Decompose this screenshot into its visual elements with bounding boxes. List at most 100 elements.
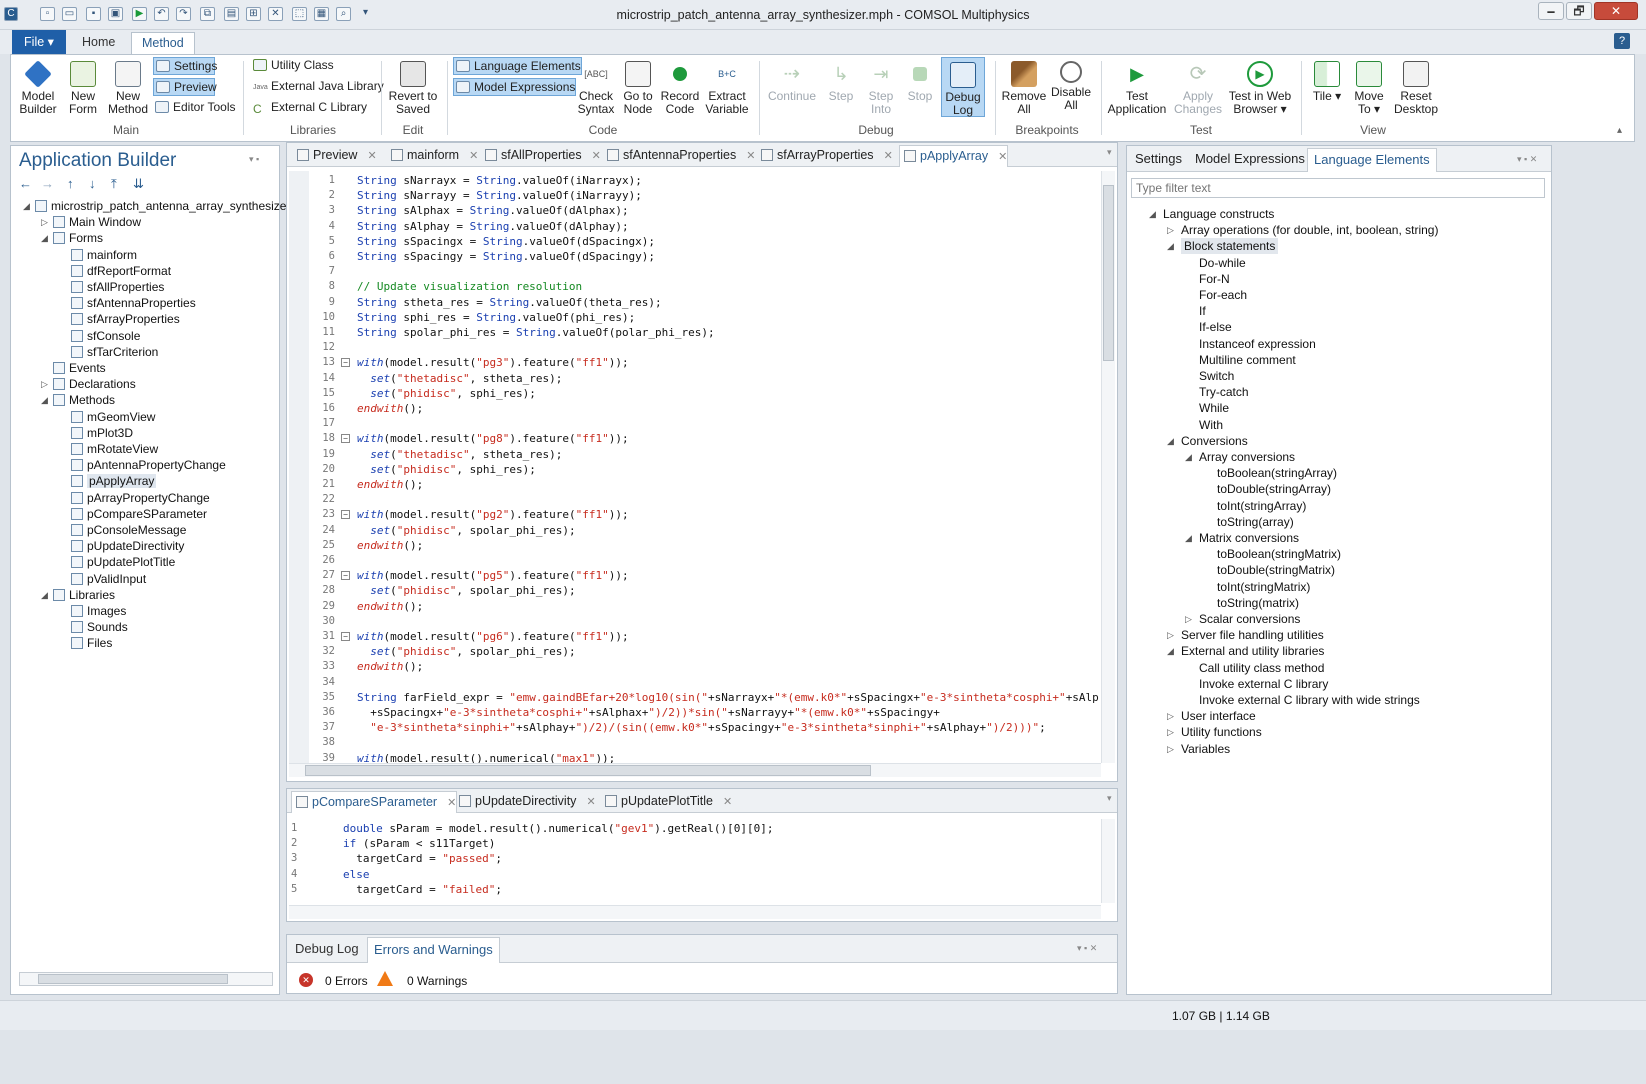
tree-item[interactable]: For-each — [1199, 287, 1247, 303]
tree-item[interactable]: ◢ Block statements — [1167, 238, 1279, 255]
vertical-scrollbar[interactable] — [1101, 171, 1115, 763]
close-button[interactable]: ✕ — [1594, 2, 1638, 20]
tree-item[interactable]: Instanceof expression — [1199, 336, 1316, 352]
tree-item[interactable]: toBoolean(stringMatrix) — [1217, 546, 1341, 562]
tree-item[interactable]: Files — [71, 635, 112, 651]
tree-item[interactable]: Switch — [1199, 368, 1234, 384]
expander-icon[interactable]: ◢ — [23, 198, 30, 214]
fold-icon[interactable]: − — [341, 632, 350, 641]
filter-input[interactable] — [1131, 178, 1545, 198]
utility-class-button[interactable]: Utility Class — [251, 57, 334, 75]
tree-item[interactable]: toDouble(stringMatrix) — [1217, 562, 1335, 578]
tree-item[interactable]: pValidInput — [71, 571, 146, 587]
tree-item[interactable]: sfAntennaProperties — [71, 295, 196, 311]
tree-item[interactable]: ▷ Utility functions — [1167, 724, 1262, 740]
editor-tab[interactable]: pUpdateDirectivity ✕ — [455, 791, 596, 813]
expander-icon[interactable]: ◢ — [41, 587, 48, 603]
tree-item[interactable]: sfArrayProperties — [71, 311, 180, 327]
expander-icon[interactable]: ◢ — [1167, 433, 1174, 449]
code-line[interactable]: String sSpacingx = String.valueOf(dSpaci… — [357, 234, 655, 249]
expander-icon[interactable]: ▷ — [41, 376, 48, 392]
tree-item[interactable]: ▷ Array operations (for double, int, bool… — [1167, 222, 1438, 238]
tab-settings[interactable]: Settings — [1129, 148, 1188, 172]
code-line[interactable]: String sNarrayx = String.valueOf(iNarray… — [357, 173, 642, 188]
step-button[interactable]: ↳ Step — [823, 61, 859, 103]
move-down-icon[interactable]: ↓ — [89, 176, 96, 191]
tree-item[interactable]: toBoolean(stringArray) — [1217, 465, 1337, 481]
tree-item[interactable]: toString(array) — [1217, 514, 1294, 530]
revert-to-saved-button[interactable]: Revert to Saved — [387, 61, 439, 116]
close-tab-icon[interactable]: ✕ — [746, 150, 755, 162]
tree-item[interactable]: Call utility class method — [1199, 660, 1324, 676]
tree-item[interactable]: mPlot3D — [71, 425, 133, 441]
tree-item[interactable]: sfConsole — [71, 328, 140, 344]
tree-item[interactable]: pApplyArray — [71, 473, 157, 489]
expander-icon[interactable]: ▷ — [1185, 611, 1192, 627]
editor-tab[interactable]: Preview ✕ — [293, 145, 377, 167]
settings-button[interactable]: Settings — [153, 57, 217, 75]
code-line[interactable]: with(model.result("pg2").feature("ff1"))… — [357, 507, 629, 522]
code-line[interactable]: set("thetadisc", stheta_res); — [357, 447, 562, 462]
code-line[interactable]: String sSpacingy = String.valueOf(dSpaci… — [357, 249, 655, 264]
tree-item[interactable]: For-N — [1199, 271, 1230, 287]
tree-item[interactable]: pArrayPropertyChange — [71, 490, 210, 506]
code-line[interactable]: with(model.result().numerical("max1")); — [357, 751, 615, 763]
disable-all-button[interactable]: Disable All — [1049, 61, 1093, 112]
code-line[interactable]: set("phidisc", sphi_res); — [357, 386, 536, 401]
tree-item[interactable]: ▷ Variables — [1167, 741, 1230, 757]
scrollbar-thumb[interactable] — [38, 974, 228, 984]
scrollbar-thumb[interactable] — [305, 765, 871, 776]
reset-desktop-button[interactable]: Reset Desktop — [1393, 61, 1439, 116]
code-line[interactable]: String stheta_res = String.valueOf(theta… — [357, 295, 662, 310]
expander-icon[interactable]: ▷ — [1167, 724, 1174, 740]
expander-icon[interactable]: ▷ — [41, 214, 48, 230]
code-line[interactable]: double sParam = model.result().numerical… — [343, 821, 774, 836]
tree-item[interactable]: ◢ Language constructs — [1149, 206, 1274, 222]
tab-model-expressions[interactable]: Model Expressions — [1189, 148, 1311, 172]
test-in-web-browser-button[interactable]: ▶ Test in Web Browser ▾ — [1225, 61, 1295, 116]
expander-icon[interactable]: ▷ — [1167, 222, 1174, 238]
stop-button[interactable]: Stop — [903, 61, 937, 103]
fold-icon[interactable]: − — [341, 434, 350, 444]
tab-debug-log[interactable]: Debug Log — [289, 937, 365, 963]
step-into-button[interactable]: ⇥ Step Into — [861, 61, 901, 116]
tree-item[interactable]: pConsoleMessage — [71, 522, 186, 538]
tree-item[interactable]: ▷ Declarations — [41, 376, 136, 392]
test-application-button[interactable]: ▶ Test Application — [1105, 61, 1169, 116]
tree-item[interactable]: mGeomView — [71, 409, 155, 425]
code-line[interactable]: targetCard = "failed"; — [343, 882, 502, 897]
code-line[interactable]: targetCard = "passed"; — [343, 851, 502, 866]
close-tab-icon[interactable]: ✕ — [367, 150, 376, 162]
tree-item[interactable]: mRotateView — [71, 441, 158, 457]
tree-item[interactable]: ▷ Server file handling utilities — [1167, 627, 1324, 643]
expander-icon[interactable]: ◢ — [41, 230, 48, 246]
horizontal-scrollbar[interactable] — [19, 972, 273, 986]
panel-menu-icon[interactable]: ▾ ▪ — [249, 154, 259, 165]
model-builder-button[interactable]: Model Builder — [17, 60, 59, 116]
external-c-library-button[interactable]: C External C Library — [251, 99, 367, 117]
tab-language-elements[interactable]: Language Elements — [1307, 148, 1437, 172]
maximize-button[interactable]: 🗗 — [1566, 2, 1592, 20]
tree-item[interactable]: toInt(stringMatrix) — [1217, 579, 1310, 595]
back-icon[interactable]: ← — [19, 176, 32, 191]
code-line[interactable]: with(model.result("pg8").feature("ff1"))… — [357, 431, 629, 446]
code-line[interactable]: if (sParam < s11Target) — [343, 836, 495, 851]
new-method-button[interactable]: New Method — [107, 61, 149, 116]
tree-item[interactable]: With — [1199, 417, 1223, 433]
tree-item[interactable]: pUpdatePlotTitle — [71, 554, 175, 570]
scrollbar-thumb[interactable] — [1103, 185, 1114, 361]
file-menu-button[interactable]: File ▾ — [12, 30, 66, 54]
expander-icon[interactable]: ◢ — [1167, 238, 1174, 254]
move-to-button[interactable]: Move To ▾ — [1349, 61, 1389, 116]
tree-item[interactable]: toString(matrix) — [1217, 595, 1299, 611]
tree-item[interactable]: Multiline comment — [1199, 352, 1296, 368]
tree-item[interactable]: pUpdateDirectivity — [71, 538, 184, 554]
code-area[interactable]: 1 String sNarrayx = String.valueOf(iNarra… — [287, 171, 1099, 763]
code-line[interactable]: endwith(); — [357, 538, 423, 553]
model-expressions-button[interactable]: Model Expressions — [453, 78, 577, 96]
fold-icon[interactable]: − — [341, 358, 350, 368]
close-tab-icon[interactable]: ✕ — [884, 150, 893, 162]
panel-controls-icon[interactable]: ▾ ▪ ✕ — [1077, 943, 1097, 954]
check-syntax-button[interactable]: [ABC] Check Syntax — [577, 61, 615, 116]
editor-tab[interactable]: pUpdatePlotTitle ✕ — [601, 791, 732, 813]
